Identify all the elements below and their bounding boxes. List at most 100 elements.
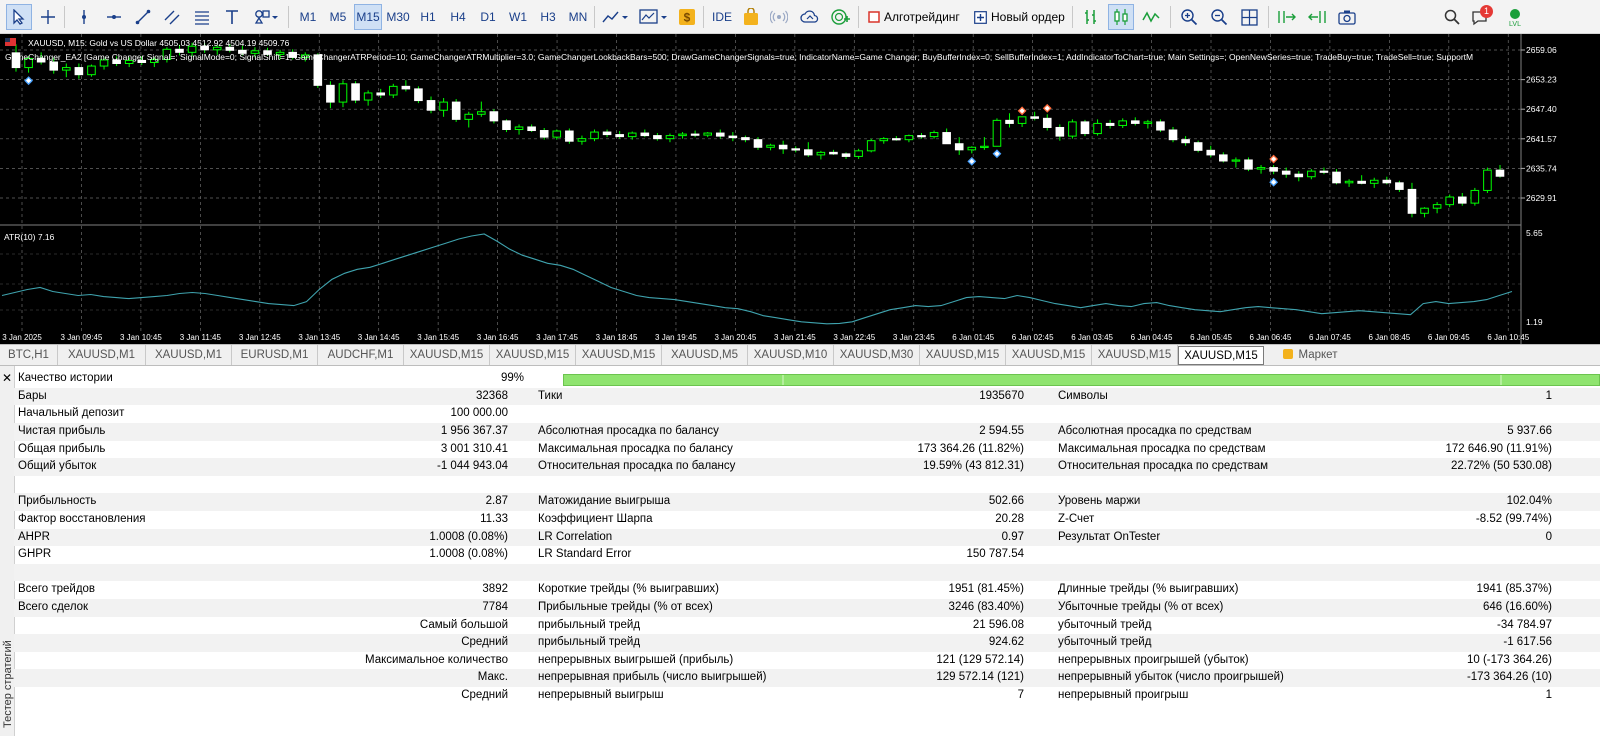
- screenshot-button[interactable]: [1334, 4, 1360, 30]
- fibonacci-icon: [194, 9, 210, 25]
- line-chart-button[interactable]: [1138, 4, 1164, 30]
- chart-tab[interactable]: XAUUSD,M15: [1006, 345, 1092, 365]
- fibonacci-button[interactable]: [190, 4, 214, 30]
- chart-tab[interactable]: XAUUSD,M15: [576, 345, 662, 365]
- chart-tab[interactable]: XAUUSD,M30: [834, 345, 920, 365]
- cursor-tool-button[interactable]: [6, 4, 32, 30]
- report-row: Фактор восстановления 11.33 Коэффициент Ша…: [14, 511, 1600, 529]
- bar-chart-button[interactable]: [1078, 4, 1104, 30]
- chart-tab[interactable]: BTC,H1: [0, 345, 58, 365]
- metric-label: Матожидание выигрыша: [538, 495, 671, 508]
- chart-tab[interactable]: XAUUSD,M15: [1178, 346, 1264, 365]
- candlestick: [514, 124, 524, 135]
- chart-tab[interactable]: XAUUSD,M1: [146, 345, 232, 365]
- candlestick: [929, 130, 939, 139]
- equidistant-channel-button[interactable]: [160, 4, 184, 30]
- vertical-line-button[interactable]: [72, 4, 96, 30]
- timeframe-button-h4[interactable]: H4: [444, 4, 472, 30]
- metric-value: 11.33: [480, 513, 508, 525]
- chart-tab[interactable]: EURUSD,M1: [232, 345, 318, 365]
- candlestick-chart-button[interactable]: [1108, 4, 1134, 30]
- vps-button[interactable]: [798, 4, 822, 30]
- chart-tab[interactable]: XAUUSD,M15: [1092, 345, 1178, 365]
- timeframe-button-d1[interactable]: D1: [474, 4, 502, 30]
- chart-canvas[interactable]: 2659.06 2653.23 2647.40 2641.57 2635.74 2629.…: [0, 34, 1600, 344]
- metric-value: 1: [1545, 689, 1552, 701]
- metric-label: Максимальная просадка по средствам: [1058, 442, 1266, 455]
- signal-level-indicator[interactable]: LVL: [1502, 4, 1528, 30]
- new-order-button[interactable]: Новый ордер: [970, 4, 1068, 30]
- market-button[interactable]: [740, 4, 762, 30]
- chart-tab[interactable]: XAUUSD,M15: [404, 345, 490, 365]
- atr-line: [1, 233, 1513, 325]
- chart-tab[interactable]: XAUUSD,M15: [920, 345, 1006, 365]
- chart-tabs-bar: BTC,H1 XAUUSD,M1 XAUUSD,M1 EURUSD,M1 AUDCHF,…: [0, 344, 1600, 366]
- time-axis-label: 3 Jan 17:45: [536, 333, 578, 342]
- candles-icon: [1112, 8, 1130, 26]
- history-quality-row: Качество истории 99%: [14, 370, 1600, 388]
- ide-button[interactable]: IDE: [708, 4, 736, 30]
- trendline-button[interactable]: [131, 4, 155, 30]
- candlestick: [665, 133, 675, 143]
- close-icon[interactable]: ✕: [2, 372, 12, 384]
- auto-scroll-button[interactable]: [1274, 4, 1300, 30]
- timeframe-button-mn[interactable]: MN: [564, 4, 592, 30]
- time-axis-label: 6 Jan 07:45: [1309, 333, 1351, 342]
- timeframe-button-m1[interactable]: M1: [294, 4, 322, 30]
- history-quality-value: 99%: [500, 372, 524, 384]
- candlestick: [967, 146, 977, 154]
- chart-tab[interactable]: XAUUSD,M15: [490, 345, 576, 365]
- candlestick: [1068, 119, 1077, 139]
- grid-icon: [1240, 8, 1258, 26]
- crosshair-tool-button[interactable]: [35, 4, 61, 30]
- zoom-in-button[interactable]: [1176, 4, 1202, 30]
- cloud-icon: [800, 9, 820, 25]
- report-row: [14, 476, 1600, 494]
- candlestick: [816, 150, 826, 160]
- chart-type-button[interactable]: [600, 4, 632, 30]
- chart-shift-button[interactable]: [1304, 4, 1330, 30]
- plus-square-icon: [974, 10, 987, 24]
- templates-button[interactable]: [636, 4, 672, 30]
- timeframe-button-m15[interactable]: M15: [354, 4, 382, 30]
- metric-value: 173 364.26 (11.82%): [917, 442, 1024, 455]
- search-button[interactable]: [1440, 4, 1464, 30]
- candlestick: [1231, 157, 1241, 168]
- chart-window[interactable]: 2659.06 2653.23 2647.40 2641.57 2635.74 2629.…: [0, 34, 1600, 344]
- metric-label: Убыточные трейды (% от всех): [1058, 601, 1224, 613]
- report-row: Самый большой прибыльный трейд 21 596.08 уб…: [14, 617, 1600, 635]
- tile-windows-button[interactable]: [1236, 4, 1262, 30]
- signals-button[interactable]: [768, 4, 790, 30]
- metric-value: 1.0008 (0.08%): [429, 530, 508, 543]
- candlestick: [917, 133, 926, 139]
- time-axis-label: 6 Jan 02:45: [1012, 333, 1054, 342]
- timeframe-button-m5[interactable]: M5: [324, 4, 352, 30]
- market-tab[interactable]: Маркет: [1270, 345, 1350, 365]
- chart-tab[interactable]: XAUUSD,M5: [662, 345, 748, 365]
- zoom-out-button[interactable]: [1206, 4, 1232, 30]
- chart-tab[interactable]: AUDCHF,M1: [318, 345, 404, 365]
- chart-tab[interactable]: XAUUSD,M1: [58, 345, 146, 365]
- expert-parameters-line: GameChanger_EA2 [Game Changer Signal=; S…: [5, 52, 1473, 62]
- algotrading-button[interactable]: Алготрейдинг: [864, 4, 968, 30]
- text-tool-button[interactable]: [220, 4, 244, 30]
- timeframe-button-h1[interactable]: H1: [414, 4, 442, 30]
- timeframe-button-m30[interactable]: M30: [384, 4, 412, 30]
- candlestick: [1005, 113, 1014, 128]
- one-click-trading-button[interactable]: $: [676, 4, 698, 30]
- channel-icon: [164, 9, 180, 25]
- horizontal-line-button[interactable]: [102, 4, 126, 30]
- algo-plus-button[interactable]: [828, 4, 852, 30]
- shapes-menu-button[interactable]: [250, 4, 282, 30]
- metric-value: 924.62: [988, 636, 1024, 649]
- metric-value: 150 787.54: [966, 548, 1024, 561]
- chart-tab[interactable]: XAUUSD,M10: [748, 345, 834, 365]
- timeframe-button-h3[interactable]: H3: [534, 4, 562, 30]
- report-row: Начальный депозит 100 000.00: [14, 405, 1600, 423]
- metric-label: Средний: [461, 689, 508, 701]
- signal-radio-icon: [770, 9, 788, 25]
- trade-signal-marker: [1017, 106, 1027, 116]
- metric-label: AHPR: [18, 530, 50, 543]
- notifications-button[interactable]: 1: [1468, 4, 1496, 30]
- timeframe-button-w1[interactable]: W1: [504, 4, 532, 30]
